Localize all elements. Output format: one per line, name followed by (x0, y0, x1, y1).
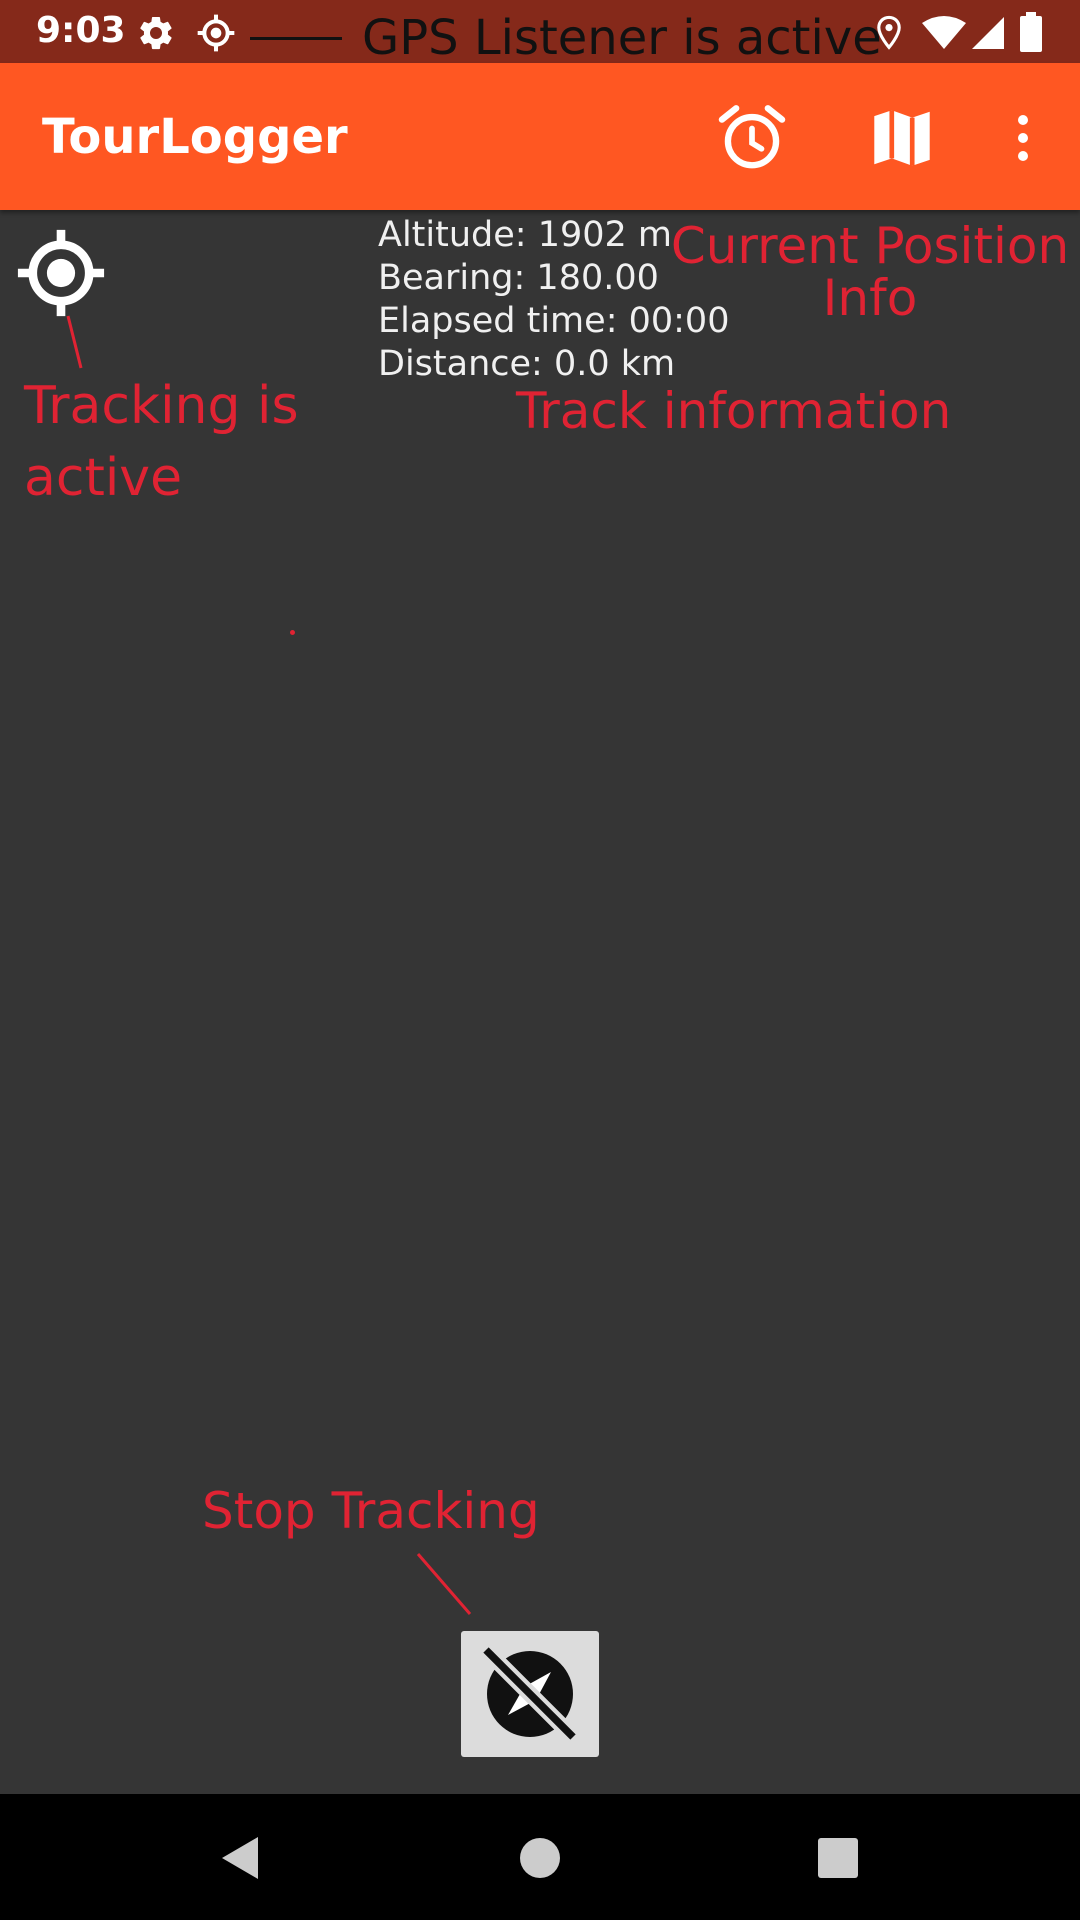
gps-annotation-pointer (250, 37, 342, 40)
gps-icon (197, 14, 235, 52)
compass-off-icon (480, 1644, 579, 1743)
stop-tracking-annotation: Stop Tracking (202, 1482, 540, 1540)
wifi-icon (922, 16, 966, 49)
current-position-line1: Current Position (670, 217, 1070, 275)
position-marker (290, 630, 295, 635)
tracking-line1: Tracking is (24, 376, 299, 436)
more-vert-icon (1018, 115, 1028, 161)
tracking-pointer-line (66, 315, 83, 369)
map-button[interactable] (862, 98, 942, 178)
map-icon (874, 110, 930, 166)
signal-icon (972, 17, 1004, 49)
tracking-active-icon (17, 229, 105, 317)
tracking-line2: active (24, 448, 183, 508)
location-pin-icon (877, 15, 901, 50)
app-title: TourLogger (42, 109, 348, 165)
home-button[interactable] (520, 1838, 560, 1878)
gps-listener-annotation: GPS Listener is active (362, 10, 882, 66)
back-button[interactable] (218, 1835, 262, 1881)
alarm-icon (718, 105, 786, 169)
distance-text: Distance: 0.0 km (378, 344, 676, 384)
recent-apps-button[interactable] (818, 1838, 858, 1878)
overflow-menu-button[interactable] (1000, 98, 1046, 178)
back-icon (222, 1837, 258, 1879)
battery-icon (1020, 12, 1042, 52)
track-information-annotation: Track information (516, 382, 952, 440)
stop-pointer-line (416, 1553, 472, 1615)
gear-icon (140, 16, 172, 50)
tracking-active-annotation: Tracking is active (24, 370, 299, 514)
alarm-button[interactable] (712, 98, 792, 178)
status-time: 9:03 (36, 10, 126, 51)
current-position-line2: Info (822, 269, 918, 327)
current-position-annotation: Current Position Info (670, 220, 1070, 324)
stop-tracking-button[interactable] (461, 1631, 599, 1757)
